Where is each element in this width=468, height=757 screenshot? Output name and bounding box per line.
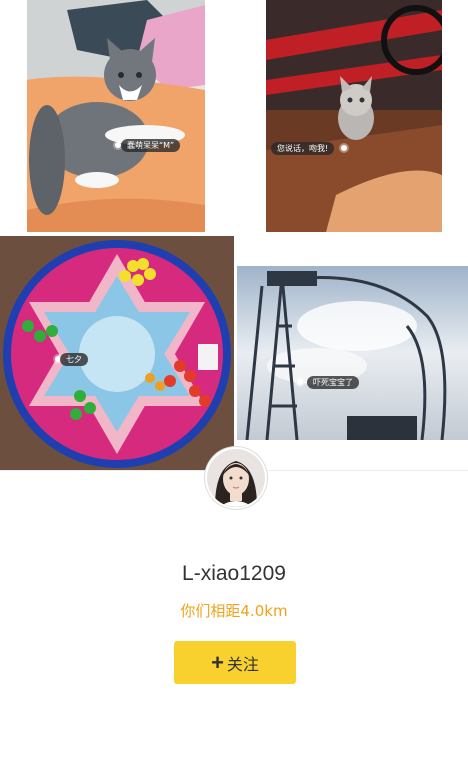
follow-label: 关注 bbox=[226, 656, 259, 674]
photo-kitten-cushion[interactable]: 蠢萌呆呆“M” bbox=[27, 0, 205, 232]
photo-tag[interactable]: 吓死宝宝了 bbox=[307, 376, 359, 389]
avatar-image bbox=[207, 449, 265, 507]
kitten-floor-image bbox=[266, 0, 442, 232]
kitten-cushion-image bbox=[27, 0, 205, 232]
username: L-xiao1209 bbox=[182, 562, 286, 585]
roller-coaster-image bbox=[237, 266, 468, 440]
photo-chinese-checkers[interactable]: 七夕 bbox=[0, 236, 234, 470]
distance-text: 你们相距4.0km bbox=[180, 602, 288, 620]
photo-tag[interactable]: 您说话，吻我! bbox=[271, 142, 335, 155]
photo-roller-coaster[interactable]: 吓死宝宝了 bbox=[237, 266, 468, 440]
photo-tag[interactable]: 七夕 bbox=[60, 353, 88, 366]
plus-icon: + bbox=[211, 649, 224, 675]
tag-dot bbox=[341, 145, 347, 151]
follow-button[interactable]: + 关注 bbox=[174, 641, 296, 684]
photo-tag[interactable]: 蠢萌呆呆“M” bbox=[121, 139, 181, 152]
photo-kitten-floor[interactable]: 您说话，吻我! bbox=[266, 0, 442, 232]
avatar[interactable] bbox=[205, 447, 267, 509]
checkers-image bbox=[0, 236, 234, 470]
tag-dot bbox=[297, 379, 303, 385]
